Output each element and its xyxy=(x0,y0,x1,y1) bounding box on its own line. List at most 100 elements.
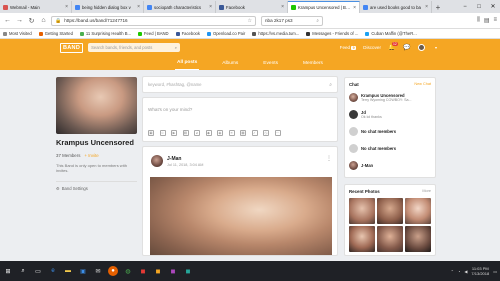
chat-item[interactable]: Jd Ok lol thanks xyxy=(345,106,435,123)
bookmark-item[interactable]: 11 Surprising Health B... xyxy=(79,31,131,36)
app-icon[interactable]: ◼ xyxy=(138,266,148,276)
tab-events[interactable]: Events xyxy=(261,56,280,70)
band-search-input[interactable]: Search bands, friends, and posts ⌕ xyxy=(88,43,181,52)
close-icon[interactable]: × xyxy=(137,4,140,10)
search-query[interactable]: nba 2k17 ps3 xyxy=(265,18,293,23)
attach-icon[interactable]: ⌀ xyxy=(194,130,200,136)
photo-thumbnail[interactable] xyxy=(377,226,403,252)
more-link[interactable]: More xyxy=(422,189,431,194)
app-icon[interactable]: ◼ xyxy=(153,266,163,276)
library-icon[interactable]: ⫼ xyxy=(477,17,480,24)
bookmark-star-icon[interactable]: ☆ xyxy=(248,18,252,24)
chat-item[interactable]: J-Man xyxy=(345,157,435,174)
photo-thumbnail[interactable] xyxy=(405,226,431,252)
browser-tab[interactable]: being hidden dialog box v × xyxy=(72,1,144,13)
wifi-icon[interactable]: ◔ xyxy=(458,269,460,274)
notifications-icon[interactable]: ▭ xyxy=(493,269,497,274)
reload-icon[interactable]: ↻ xyxy=(27,16,36,25)
post-search-input[interactable]: keyword, #hashtag, @name ⌕ xyxy=(142,76,338,93)
sidebar-icon[interactable]: ▤ xyxy=(484,17,490,24)
members-count[interactable]: 37 Members xyxy=(56,153,80,158)
compose-box[interactable]: What's on your mind? ▣ ☺ ▶ ▤ ⌀ ◆ ◉ ≡ ▦ ✓… xyxy=(142,97,338,142)
avatar[interactable] xyxy=(151,155,163,167)
minimize-button[interactable]: − xyxy=(458,0,472,13)
chat-item[interactable]: Krampus Uncensored Terry Wyoming COWBOY: … xyxy=(345,89,435,106)
browser-tab[interactable]: are used books good to ba × xyxy=(360,1,432,13)
band-settings-link[interactable]: ⚙ Band Settings xyxy=(56,180,137,191)
file-explorer-icon[interactable]: ▬ xyxy=(63,266,73,276)
menu-icon[interactable]: ≡ xyxy=(493,17,497,24)
chevron-down-icon[interactable]: ▾ xyxy=(432,44,440,52)
search-bar[interactable]: nba 2k17 ps3 ⌕ xyxy=(261,15,323,26)
bookmark-item[interactable]: Getting Started xyxy=(38,31,73,36)
new-chat-button[interactable]: New Chat xyxy=(414,82,431,87)
sticker-icon[interactable]: ☺ xyxy=(159,130,166,136)
forward-icon[interactable]: → xyxy=(15,16,24,25)
close-window-button[interactable]: ✕ xyxy=(486,0,500,13)
clock-icon[interactable]: ◷ xyxy=(263,130,269,136)
poll-icon[interactable]: ≡ xyxy=(228,130,235,136)
bookmark-item[interactable]: Feed | BAND xyxy=(137,31,169,36)
new-tab-button[interactable]: + xyxy=(432,1,444,13)
browser-tab[interactable]: Krampus Uncensored | BAND × xyxy=(288,1,360,13)
calendar-icon[interactable]: ▦ xyxy=(240,130,246,136)
edge-icon[interactable]: e xyxy=(48,266,58,276)
close-icon[interactable]: × xyxy=(281,4,284,10)
tab-all-posts[interactable]: All posts xyxy=(175,56,200,70)
photo-thumbnail[interactable] xyxy=(349,226,375,252)
search-icon[interactable]: ⌕ xyxy=(316,18,319,23)
more-options-icon[interactable]: ⋮ xyxy=(326,155,332,162)
clock[interactable]: 11:03 PM 7/13/2018 xyxy=(471,266,489,276)
post-author[interactable]: J-Man xyxy=(167,156,181,162)
store-icon[interactable]: ▣ xyxy=(78,266,88,276)
discover-link[interactable]: Discover xyxy=(363,45,381,50)
bookmark-item[interactable]: Most Visited xyxy=(3,31,32,36)
browser-tab[interactable]: Facebook × xyxy=(216,1,288,13)
band-cover-image[interactable] xyxy=(56,77,137,134)
file-icon[interactable]: ▤ xyxy=(182,130,189,136)
tab-members[interactable]: Members xyxy=(301,56,325,70)
url-bar[interactable]: 🔒 https://band.us/band/71247716 ☆ xyxy=(51,15,256,26)
band-logo[interactable]: BAND xyxy=(60,42,84,53)
avatar[interactable] xyxy=(418,44,425,51)
task-view-icon[interactable]: ▭ xyxy=(33,266,43,276)
search-icon[interactable]: ⌕ xyxy=(175,45,177,50)
chat-icon[interactable]: 💬 xyxy=(403,44,411,52)
close-icon[interactable]: × xyxy=(353,5,356,11)
search-icon[interactable]: ⌕ xyxy=(329,82,332,88)
photo-thumbnail[interactable] xyxy=(377,198,403,224)
feed-link[interactable]: Feed 9 xyxy=(340,45,357,50)
app-icon[interactable]: ◼ xyxy=(183,266,193,276)
bookmark-item[interactable]: Cuban Maffin (@TheR... xyxy=(365,31,417,36)
bookmark-item[interactable]: Facebook xyxy=(175,31,200,36)
chrome-icon[interactable]: ◍ xyxy=(123,266,133,276)
bell-icon[interactable]: 🔔 12 xyxy=(388,41,398,52)
checklist-icon[interactable]: ✓ xyxy=(251,130,258,136)
location-icon[interactable]: ◉ xyxy=(217,130,223,136)
tag-icon[interactable]: ◆ xyxy=(205,130,212,136)
back-icon[interactable]: ← xyxy=(3,16,12,25)
chat-item[interactable]: No chat members xyxy=(345,140,435,157)
browser-tab[interactable]: Webmail - Main × xyxy=(0,1,72,13)
more-icon[interactable]: ⋯ xyxy=(274,130,281,136)
video-icon[interactable]: ▶ xyxy=(171,130,177,136)
close-icon[interactable]: × xyxy=(425,4,428,10)
maximize-button[interactable]: □ xyxy=(472,0,486,13)
windows-start-icon[interactable]: ⊞ xyxy=(3,266,13,276)
home-icon[interactable]: ⌂ xyxy=(39,16,48,25)
url-text[interactable]: https://band.us/band/71247716 xyxy=(64,18,127,23)
mail-icon[interactable]: ✉ xyxy=(93,266,103,276)
photo-thumbnail[interactable] xyxy=(349,198,375,224)
photo-thumbnail[interactable] xyxy=(405,198,431,224)
post-image[interactable] xyxy=(150,177,332,255)
invite-link[interactable]: + Invite xyxy=(84,153,98,158)
photo-icon[interactable]: ▣ xyxy=(148,130,154,136)
tab-albums[interactable]: Albums xyxy=(220,56,240,70)
close-icon[interactable]: × xyxy=(209,4,212,10)
bookmark-item[interactable]: https://vs.media.tum... xyxy=(252,31,299,36)
chat-item[interactable]: No chat members xyxy=(345,123,435,140)
app-icon[interactable]: ◼ xyxy=(168,266,178,276)
chevron-up-icon[interactable]: ⌃ xyxy=(451,269,454,274)
bookmark-item[interactable]: Messages - Friends of ... xyxy=(306,31,358,36)
bookmark-item[interactable]: Openload.co Pair xyxy=(206,31,245,36)
